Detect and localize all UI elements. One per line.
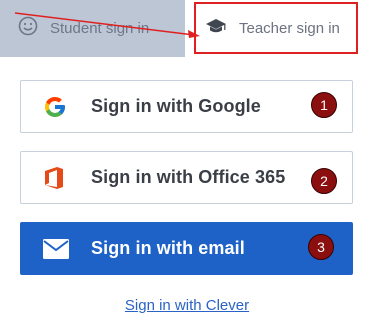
google-button-label: Sign in with Google [91,96,261,116]
sign-in-office-365-button[interactable]: Sign in with Office 365 [20,151,353,204]
envelope-icon [43,238,91,259]
graduation-cap-icon [205,17,227,40]
office-365-icon [43,166,91,190]
sign-in-clever-link[interactable]: Sign in with Clever [0,297,374,314]
tab-teacher-sign-in[interactable]: Teacher sign in [185,0,374,57]
office-button-label: Sign in with Office 365 [91,167,286,187]
step-badge-1: 1 [311,92,337,118]
tab-student-label: Student sign in [50,20,150,37]
step-badge-2: 2 [311,168,337,194]
sign-in-panel: Student sign in Teacher sign in Sign in … [0,0,374,332]
sign-in-email-button[interactable]: Sign in with email [20,222,353,275]
sign-in-google-button[interactable]: Sign in with Google [20,80,353,133]
email-button-label: Sign in with email [91,238,245,258]
step-badge-3: 3 [308,234,334,260]
google-g-icon [43,95,91,119]
tab-teacher-label: Teacher sign in [239,20,340,37]
smiley-icon [18,16,38,41]
tab-student-sign-in[interactable]: Student sign in [0,0,185,57]
